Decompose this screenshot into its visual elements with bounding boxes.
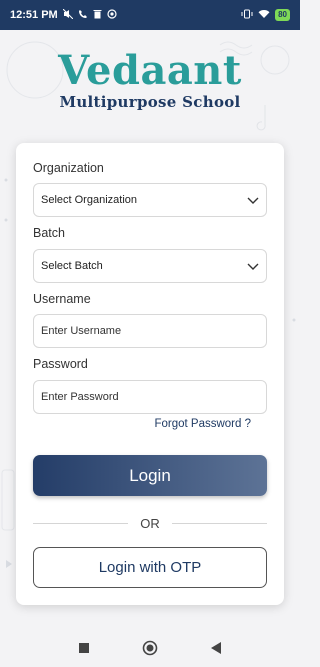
organization-label: Organization xyxy=(33,161,104,175)
login-with-otp-button[interactable]: Login with OTP xyxy=(33,547,267,588)
batch-label: Batch xyxy=(33,226,65,240)
password-label: Password xyxy=(33,357,88,371)
home-circle-icon[interactable] xyxy=(141,639,159,657)
batch-select-value: Select Batch xyxy=(41,260,103,272)
mute-icon xyxy=(62,8,74,22)
battery-icon: 80 xyxy=(275,9,290,21)
login-card: Organization Select Organization Batch S… xyxy=(16,143,284,605)
password-input[interactable] xyxy=(41,391,260,403)
status-bar: 12:51 PM 80 xyxy=(0,0,300,30)
chevron-down-icon xyxy=(247,197,259,204)
chevron-down-icon xyxy=(247,263,259,270)
vibrate-icon xyxy=(241,9,253,22)
back-triangle-icon[interactable] xyxy=(207,639,225,657)
forgot-password-link[interactable]: Forgot Password ? xyxy=(154,418,251,430)
batch-select[interactable]: Select Batch xyxy=(33,249,267,283)
delete-icon xyxy=(93,9,102,22)
organization-select[interactable]: Select Organization xyxy=(33,183,267,217)
divider-line xyxy=(171,522,267,524)
or-text: OR xyxy=(140,515,160,531)
organization-select-value: Select Organization xyxy=(41,194,137,206)
username-input[interactable] xyxy=(41,325,260,337)
brand-subtitle: Multipurpose School xyxy=(59,93,241,111)
system-nav-bar xyxy=(0,628,300,667)
or-divider: OR xyxy=(33,515,267,531)
phone-off-icon xyxy=(78,9,88,22)
recents-square-icon[interactable] xyxy=(75,639,93,657)
school-logo: Vedaant Multipurpose School xyxy=(0,47,300,111)
divider-line xyxy=(33,522,129,524)
notification-badge-icon xyxy=(107,8,117,22)
login-button[interactable]: Login xyxy=(33,455,267,496)
username-field-box xyxy=(33,314,267,348)
wifi-icon xyxy=(258,9,270,22)
password-field-box xyxy=(33,380,267,414)
brand-name: Vedaant xyxy=(58,47,242,94)
username-label: Username xyxy=(33,292,91,306)
status-time: 12:51 PM xyxy=(10,9,58,21)
